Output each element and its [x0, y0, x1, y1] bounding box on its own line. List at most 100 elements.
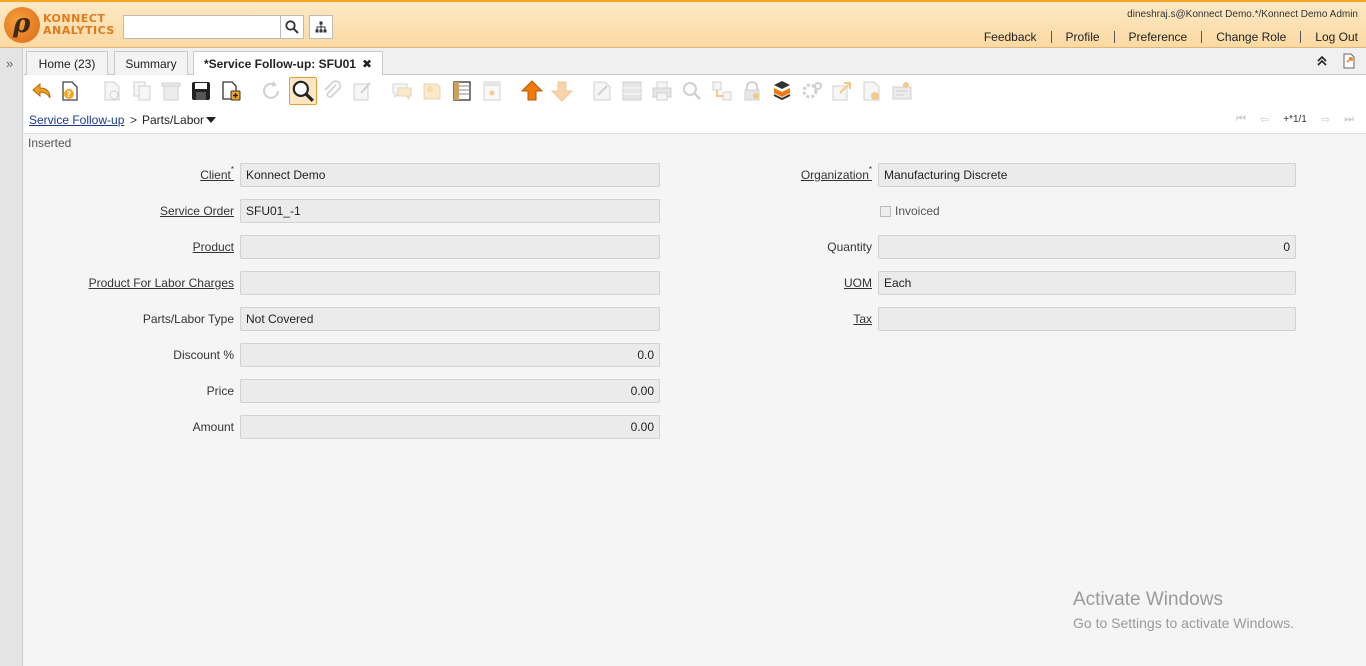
refresh-icon[interactable]: [259, 79, 283, 103]
checkbox-icon: [880, 205, 891, 217]
delete-icon[interactable]: [159, 79, 183, 103]
print-icon[interactable]: [650, 79, 674, 103]
sitemap-button[interactable]: [309, 15, 333, 39]
expand-panel-icon[interactable]: »: [6, 56, 13, 71]
breadcrumb-parent-link[interactable]: Service Follow-up: [29, 113, 124, 127]
tax-label[interactable]: Tax: [724, 312, 872, 326]
logo-icon: ρ: [4, 7, 40, 43]
breadcrumb-current-label: Parts/Labor: [142, 113, 205, 127]
notes-icon[interactable]: [350, 79, 374, 103]
uom-label[interactable]: UOM: [724, 276, 872, 290]
svg-text:?: ?: [67, 90, 72, 99]
top-links: Feedback Profile Preference Change Role …: [970, 31, 1358, 43]
quantity-label: Quantity: [827, 240, 872, 254]
price-label: Price: [206, 384, 234, 398]
last-record-icon[interactable]: ⏭: [1344, 113, 1354, 126]
parent-record-icon[interactable]: [520, 79, 544, 103]
product-labor-charges-label[interactable]: Product For Labor Charges: [64, 276, 234, 290]
detail-down-icon[interactable]: [550, 79, 574, 103]
breadcrumb-separator: >: [130, 113, 138, 127]
active-workflows-icon[interactable]: [890, 79, 914, 103]
logout-link[interactable]: Log Out: [1300, 31, 1358, 43]
workflow-icon[interactable]: [770, 79, 794, 103]
first-record-icon[interactable]: ⏮: [1236, 113, 1246, 126]
windows-activation-watermark: Activate Windows Go to Settings to activ…: [1073, 589, 1294, 631]
logo-line2: ANALYTICS: [43, 24, 115, 37]
copy-record-icon[interactable]: [130, 79, 154, 103]
postit-icon[interactable]: [420, 79, 444, 103]
report-icon[interactable]: [590, 79, 614, 103]
tab-summary[interactable]: Summary: [114, 51, 188, 75]
tab-home[interactable]: Home (23): [26, 51, 108, 75]
product-field[interactable]: [240, 235, 660, 259]
west-panel-collapsed: »: [0, 48, 23, 666]
chat-icon[interactable]: [390, 79, 414, 103]
find-icon: [292, 80, 314, 102]
tab-home-label: Home (23): [38, 57, 96, 71]
close-tab-icon[interactable]: ✖: [362, 57, 372, 71]
save-icon[interactable]: [189, 79, 213, 103]
parts-labor-form: Inserted Client* Konnect Demo Service Or…: [24, 135, 1366, 666]
client-field[interactable]: Konnect Demo: [240, 163, 660, 187]
undo-icon[interactable]: [30, 79, 54, 103]
quantity-field[interactable]: 0: [878, 235, 1296, 259]
parts-labor-type-field[interactable]: Not Covered: [240, 307, 660, 331]
breadcrumb: Service Follow-up > Parts/Labor ⏮ ⇦ +*1/…: [24, 107, 1366, 134]
service-order-field[interactable]: SFU01_-1: [240, 199, 660, 223]
chevron-down-icon: [206, 117, 217, 123]
window-toolbar: ?: [24, 75, 1366, 107]
next-record-icon[interactable]: ⇨: [1321, 113, 1330, 126]
save-new-icon[interactable]: [219, 79, 243, 103]
find-button[interactable]: [289, 77, 317, 105]
tab-summary-label: Summary: [125, 57, 177, 71]
detail-record-icon[interactable]: [480, 79, 504, 103]
service-order-label[interactable]: Service Order: [84, 204, 234, 218]
related-icon[interactable]: [710, 79, 734, 103]
grid-toggle-icon[interactable]: [450, 79, 474, 103]
lock-icon[interactable]: [740, 79, 764, 103]
record-navigator: ⏮ ⇦ +*1/1 ⇨ ⏭: [1236, 113, 1354, 126]
zoom-across-icon[interactable]: [680, 79, 704, 103]
discount-label: Discount %: [173, 348, 234, 362]
previous-record-icon[interactable]: ⇦: [1260, 113, 1269, 126]
record-counter: +*1/1: [1283, 114, 1307, 125]
amount-field[interactable]: 0.00: [240, 415, 660, 439]
preference-link[interactable]: Preference: [1113, 31, 1202, 43]
search-button[interactable]: [280, 15, 304, 39]
export-window-icon[interactable]: [1342, 53, 1356, 69]
price-field[interactable]: 0.00: [240, 379, 660, 403]
tax-field[interactable]: [878, 307, 1296, 331]
record-status: Inserted: [28, 136, 72, 150]
organization-label[interactable]: Organization*: [724, 165, 872, 182]
attachment-icon[interactable]: [320, 79, 344, 103]
search-icon: [285, 20, 299, 34]
help-icon[interactable]: ?: [58, 79, 82, 103]
sitemap-icon: [315, 21, 327, 33]
uom-field[interactable]: Each: [878, 271, 1296, 295]
amount-label: Amount: [192, 420, 234, 434]
global-search-input[interactable]: [123, 15, 280, 39]
app-header: ρ KONNECT ANALYTICS dineshraj.s@Konnect …: [0, 0, 1366, 48]
export-icon[interactable]: [830, 79, 854, 103]
organization-field[interactable]: Manufacturing Discrete: [878, 163, 1296, 187]
file-import-icon[interactable]: [860, 79, 884, 103]
client-label[interactable]: Client*: [124, 165, 234, 182]
invoiced-checkbox[interactable]: Invoiced: [880, 204, 940, 218]
breadcrumb-current[interactable]: Parts/Labor: [142, 113, 217, 127]
product-labor-charges-field[interactable]: [240, 271, 660, 295]
window-tabs: Home (23) Summary *Service Follow-up: SF…: [24, 48, 1366, 76]
watermark-subtitle: Go to Settings to activate Windows.: [1073, 615, 1294, 631]
invoiced-label: Invoiced: [895, 204, 940, 218]
tab-service-followup[interactable]: *Service Follow-up: SFU01 ✖: [193, 51, 383, 76]
profile-link[interactable]: Profile: [1050, 31, 1114, 43]
process-gear-icon[interactable]: [800, 79, 824, 103]
konnect-logo[interactable]: ρ KONNECT ANALYTICS: [2, 5, 120, 45]
change-role-link[interactable]: Change Role: [1201, 31, 1300, 43]
new-record-icon[interactable]: [100, 79, 124, 103]
discount-field[interactable]: 0.0: [240, 343, 660, 367]
archive-icon[interactable]: [620, 79, 644, 103]
product-label[interactable]: Product: [84, 240, 234, 254]
collapse-up-icon[interactable]: [1316, 55, 1328, 67]
feedback-link[interactable]: Feedback: [970, 31, 1051, 43]
watermark-title: Activate Windows: [1073, 589, 1223, 610]
